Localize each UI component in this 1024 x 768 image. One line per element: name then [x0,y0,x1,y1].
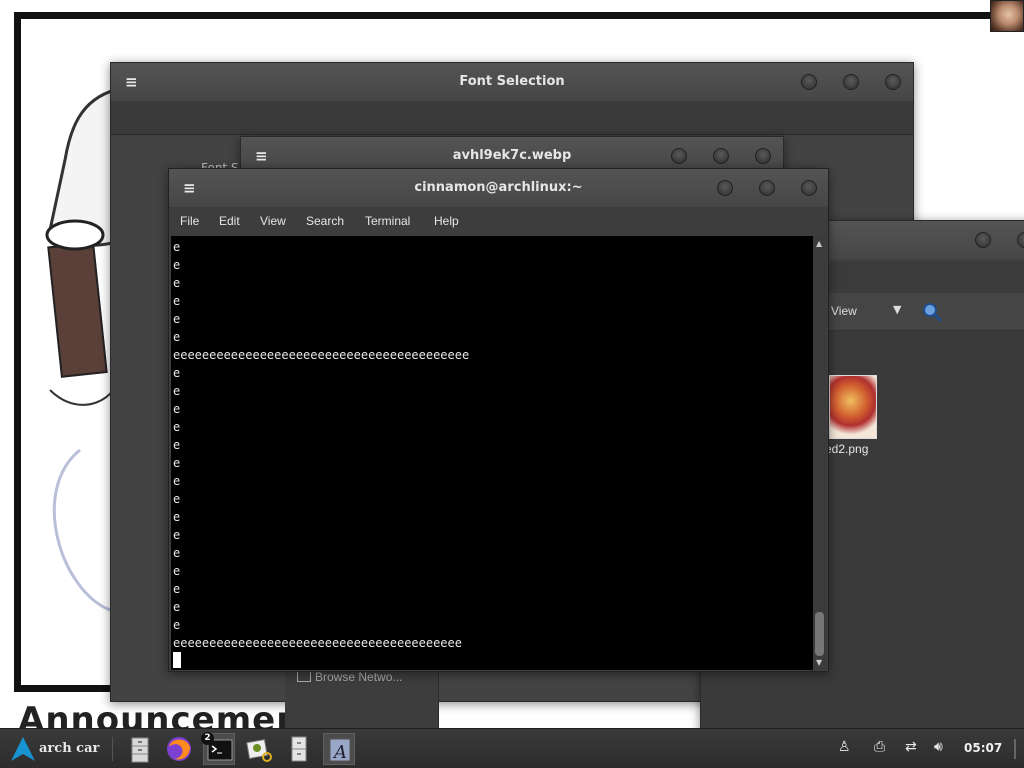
menu-file[interactable]: File [180,214,199,228]
terminal-line: e [173,294,181,308]
arch-logo-icon[interactable] [8,735,38,763]
sidebar-item-browse-network[interactable]: Browse Netwo... [315,670,402,684]
search-icon[interactable] [921,301,943,323]
terminal-line: e [173,492,181,506]
network-icon[interactable]: ⇄ [905,739,917,755]
window-title: Font Selection [459,74,565,89]
terminal-line: e [173,420,181,434]
menu-terminal[interactable]: Terminal [365,214,410,228]
terminal-line: e [173,366,181,380]
menu-search[interactable]: Search [306,214,344,228]
minimize-button[interactable] [671,148,687,164]
svg-text:A: A [332,742,347,763]
terminal-line: e [173,330,181,344]
terminal-output[interactable]: e e e e e e eeeeeeeeeeeeeeeeeeeeeeeeeeeeeeeeee… [171,236,814,670]
terminal-text: e e e e e e eeeeeeeeeeeeeeeeeeeeeeeeeeeeeeeeee… [173,238,469,670]
terminal-line: e [173,456,181,470]
volume-icon[interactable]: 🔊︎ [934,739,943,755]
scroll-down-icon[interactable]: ▼ [816,658,822,667]
terminal-line: e [173,510,181,524]
terminal-line: eeeeeeeeeeeeeeeeeeeeeeeeeeeeeeeeeeeeeeee [173,636,462,650]
terminal-scrollbar[interactable]: ▲ ▼ [813,236,826,670]
menu-button[interactable]: arch car [39,741,99,756]
terminal-line: e [173,474,181,488]
maximize-button[interactable] [759,180,775,196]
terminal-line: e [173,600,181,614]
close-button[interactable] [755,148,771,164]
taskbar: arch car 2 A ♙ ⎙ ⇄ 🔊︎ 05:07 [0,728,1024,768]
terminal-line: e [173,438,181,452]
minimize-button[interactable] [975,232,991,248]
image-thumbnail[interactable] [829,375,877,439]
terminal-line: eeeeeeeeeeeeeeeeeeeeeeeeeeeeeeeeeeeeeeee… [173,348,470,362]
font-selection-toolbar [111,101,913,135]
terminal-titlebar[interactable]: ≡ cinnamon@archlinux:~ [169,169,828,207]
maximize-button[interactable] [713,148,729,164]
tray-divider [1014,739,1016,759]
terminal-line: e [173,528,181,542]
terminal-line: e [173,546,181,560]
clock[interactable]: 05:07 [964,741,1002,755]
font-selection-titlebar[interactable]: ≡ Font Selection [111,63,913,101]
terminal-icon[interactable]: 2 [201,732,235,765]
scroll-up-icon[interactable]: ▲ [816,239,822,248]
scrollbar-thumb[interactable] [815,612,824,656]
terminal-line: e [173,258,181,272]
file-cabinet-icon[interactable] [124,733,156,765]
terminal-line: e [173,402,181,416]
file-manager-icon[interactable] [283,733,315,765]
menu-view[interactable]: View [260,214,286,228]
menu-edit[interactable]: Edit [219,214,240,228]
maximize-button[interactable] [1017,232,1024,248]
terminal-line: e [173,240,181,254]
firefox-icon[interactable] [163,733,195,765]
terminal-menubar: File Edit View Search Terminal Help [169,207,828,235]
window-count-badge: 2 [201,732,214,745]
menu-help[interactable]: Help [434,214,459,228]
user-avatar [990,0,1024,32]
font-viewer-icon[interactable]: A [323,733,355,765]
image-viewer-icon[interactable] [243,733,275,765]
minimize-button[interactable] [717,180,733,196]
window-title: avhl9ek7c.webp [452,148,572,163]
terminal-line: e [173,312,181,326]
terminal-cursor [173,652,469,670]
terminal-line: e [173,582,181,596]
accessibility-icon[interactable]: ♙ [838,739,851,755]
maximize-button[interactable] [843,74,859,90]
chevron-down-icon[interactable]: ▼ [893,303,901,316]
terminal-line: e [173,618,181,632]
taskbar-separator [112,737,113,761]
close-button[interactable] [801,180,817,196]
close-button[interactable] [885,74,901,90]
terminal-window[interactable]: ≡ cinnamon@archlinux:~ File Edit View Se… [168,168,829,672]
minimize-button[interactable] [801,74,817,90]
terminal-line: e [173,276,181,290]
terminal-line: e [173,564,181,578]
printer-icon[interactable]: ⎙ [874,739,885,755]
terminal-line: e [173,384,181,398]
